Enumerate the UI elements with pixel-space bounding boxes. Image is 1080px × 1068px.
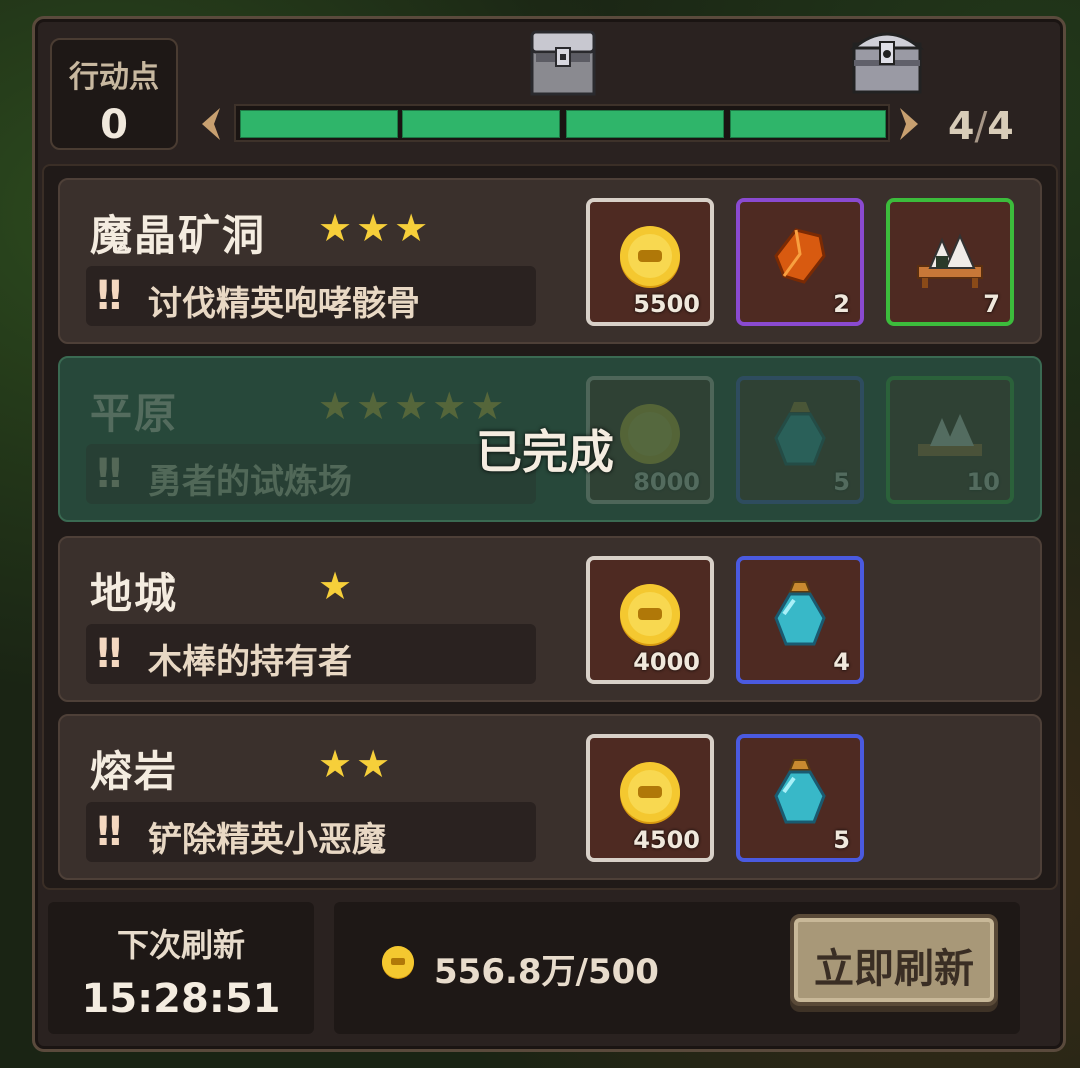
reward-slot[interactable]: 4500 [586,734,714,862]
progress-segment [240,110,398,138]
gold-coin-icon [620,226,680,288]
chest-progress-bar [196,100,936,146]
progress-right-arrow-icon [900,108,918,140]
reward-quantity: 10 [966,468,1000,496]
progress-segment [566,110,724,138]
reward-quantity: 4500 [633,826,700,854]
refresh-timer-label: 下次刷新 [116,926,245,964]
refresh-timer-box: 下次刷新 15:28:51 [48,902,314,1034]
quest-task: !! 铲除精英小恶魔 [86,802,536,862]
quest-stars: ★★ [318,742,395,786]
blue-potion-icon [774,759,826,824]
gold-coin-icon [382,946,414,979]
amber-crystal-icon [774,228,826,284]
refresh-now-label: 立即刷新 [814,946,974,992]
reward-quantity: 4000 [633,648,700,676]
reward-slot[interactable]: 7 [886,198,1014,326]
refresh-timer-value: 15:28:51 [81,976,281,1022]
action-points-box: 行动点 0 [50,38,178,150]
quest-task-text: 铲除精英小恶魔 [148,820,386,860]
blue-potion-icon [774,581,826,646]
progress-segment [730,110,886,138]
quest-stars: ★ [318,564,357,608]
reward-quantity: 5500 [633,290,700,318]
reward-quantity: 2 [833,290,850,318]
progress-count: 4/4 [948,104,1014,148]
rice-ball-tray-icon [918,414,982,456]
quest-card-dungeon[interactable]: 地城 ★ !! 木棒的持有者 4000 4 [58,536,1042,702]
alert-icon: !! [94,809,125,855]
steel-chest-icon[interactable] [849,24,925,96]
progress-segment [402,110,560,138]
refresh-cost-text: 556.8万/500 [434,952,659,992]
reward-slot[interactable]: 4 [736,556,864,684]
progress-track [234,104,890,142]
alert-icon: !! [94,451,125,497]
quest-name: 地城 [90,569,179,618]
quest-card-plains[interactable]: 平原 ★★★★★ !! 勇者的试炼场 8000 5 10 已完成 [58,356,1042,522]
action-points-value: 0 [100,102,128,148]
reward-quantity: 7 [983,290,1000,318]
quest-task-text: 勇者的试炼场 [148,462,352,502]
alert-icon: !! [94,273,125,319]
progress-left-arrow-icon [202,108,220,140]
reward-quantity: 4 [833,648,850,676]
blue-potion-icon [774,402,826,466]
reward-slot[interactable]: 4000 [586,556,714,684]
gold-coin-icon [620,762,680,824]
reward-quantity: 8000 [633,468,700,496]
gold-coin-icon [620,404,680,464]
reward-slot[interactable]: 5 [736,734,864,862]
reward-quantity: 5 [833,468,850,496]
reward-slot: 10 [886,376,1014,504]
action-points-label: 行动点 [69,60,159,95]
quest-task-text: 讨伐精英咆哮骸骨 [148,284,420,324]
quest-task: !! 勇者的试炼场 [86,444,536,504]
refresh-now-button[interactable]: 立即刷新 [790,914,998,1006]
gold-coin-icon [620,584,680,646]
quest-name: 魔晶矿洞 [90,211,267,260]
quest-card-lava[interactable]: 熔岩 ★★ !! 铲除精英小恶魔 4500 5 [58,714,1042,880]
quest-task: !! 木棒的持有者 [86,624,536,684]
reward-quantity: 5 [833,826,850,854]
silver-chest-icon[interactable] [526,28,600,100]
quest-task: !! 讨伐精英咆哮骸骨 [86,266,536,326]
quest-card-crystal-mine[interactable]: 魔晶矿洞 ★★★ !! 讨伐精英咆哮骸骨 5500 2 7 [58,178,1042,344]
reward-slot: 5 [736,376,864,504]
quest-stars: ★★★ [318,206,433,250]
quest-name: 平原 [90,389,179,438]
quest-task-text: 木棒的持有者 [148,642,352,682]
alert-icon: !! [94,631,125,677]
rice-ball-tray-icon [917,233,983,288]
reward-slot[interactable]: 5500 [586,198,714,326]
quest-name: 熔岩 [90,747,179,796]
completed-label: 已完成 [476,425,614,479]
reward-slot[interactable]: 2 [736,198,864,326]
